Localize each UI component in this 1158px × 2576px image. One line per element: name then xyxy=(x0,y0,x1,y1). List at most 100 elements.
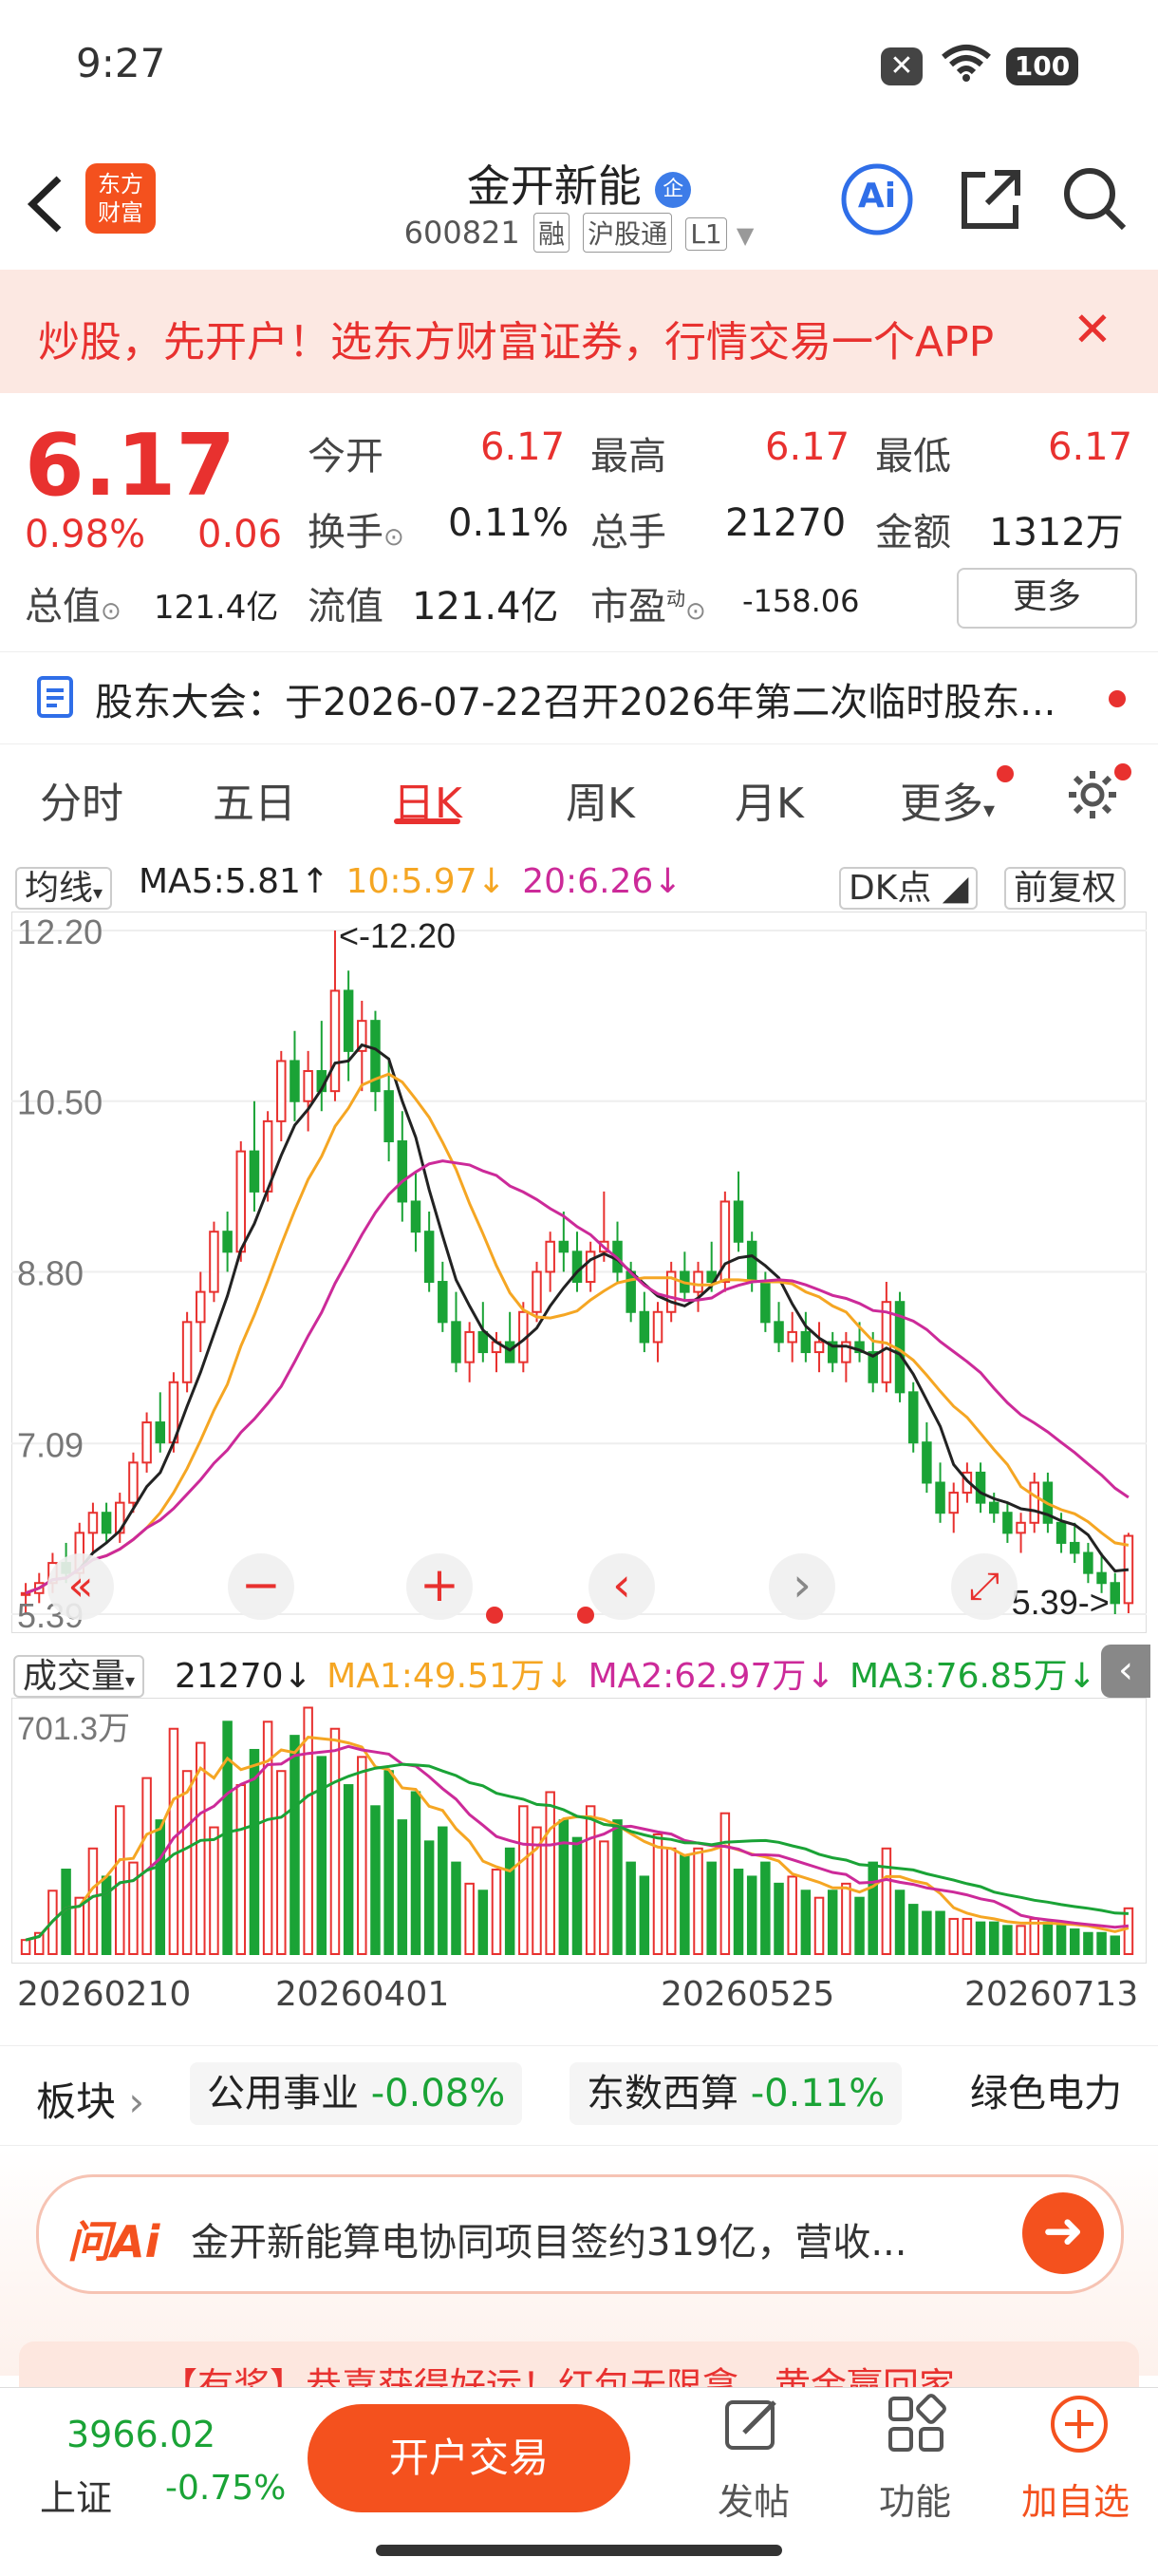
unread-dot xyxy=(1109,690,1126,707)
volume-bar xyxy=(1042,1921,1054,1955)
announcement-bar[interactable]: 股东大会：于2026-07-22召开2026年第二次临时股东... xyxy=(0,651,1158,744)
volume-bar xyxy=(841,1882,851,1955)
volume-bar xyxy=(87,1847,99,1955)
mktcap-value: 121.4亿 xyxy=(154,589,279,627)
tab-intraday[interactable]: 分时 xyxy=(40,769,123,830)
post-label[interactable]: 发帖 xyxy=(718,2473,790,2525)
candle-body xyxy=(1002,1512,1013,1534)
volume-bar xyxy=(935,1910,945,1956)
add-watchlist-label[interactable]: 加自选 xyxy=(1021,2473,1130,2525)
volume-bar xyxy=(518,1805,529,1955)
candle-body xyxy=(209,1231,219,1293)
function-label[interactable]: 功能 xyxy=(879,2473,951,2525)
low-value: 6.17 xyxy=(1048,425,1133,469)
high-value: 6.17 xyxy=(765,425,850,469)
volume-bar xyxy=(370,1805,381,1955)
tab-five-day[interactable]: 五日 xyxy=(213,769,296,830)
sector-chip[interactable]: 绿色电力 xyxy=(953,2062,1122,2125)
volume-bar xyxy=(813,1896,825,1956)
indicator-selector[interactable]: 成交量▾ xyxy=(13,1648,145,1698)
index-change: -0.75% xyxy=(165,2469,287,2508)
candle-body xyxy=(988,1501,999,1514)
dk-point-button[interactable]: DK点 ◢ xyxy=(839,860,979,910)
settings-gear-icon[interactable] xyxy=(1065,767,1120,822)
turnover-label[interactable]: 换手⊙ xyxy=(308,501,404,556)
volume-bar xyxy=(423,1840,435,1956)
open-account-trade-button[interactable]: 开户交易 xyxy=(308,2404,630,2512)
enterprise-badge: 企 xyxy=(655,171,692,208)
amount-label: 金额 xyxy=(875,511,951,555)
candle-body xyxy=(249,1150,260,1193)
candle-body xyxy=(907,1391,919,1444)
volume-bar xyxy=(827,1890,838,1955)
zoom-in-button[interactable]: + xyxy=(406,1553,473,1620)
candle-body xyxy=(774,1321,784,1344)
volume-bar xyxy=(639,1875,650,1956)
candle-body xyxy=(383,1090,394,1143)
ai-button[interactable]: Ai xyxy=(839,161,915,241)
date-axis-label: 20260401 xyxy=(275,1975,450,2014)
y-axis-label: 8.80 xyxy=(17,1253,84,1292)
level-tag: L1 xyxy=(685,217,727,251)
index-value[interactable]: 3966.02 xyxy=(66,2414,215,2455)
tab-monthly-k[interactable]: 月K xyxy=(735,769,804,830)
battery-icon: 100 xyxy=(1006,47,1078,85)
scroll-left-icon[interactable]: « xyxy=(47,1553,114,1620)
status-bar: 9:27 ✕ 100 xyxy=(0,0,1158,133)
candle-body xyxy=(733,1200,744,1243)
expand-icon[interactable]: ⤢ xyxy=(951,1553,1018,1620)
post-edit-icon[interactable] xyxy=(721,2393,784,2455)
pan-right-button[interactable]: › xyxy=(769,1553,835,1620)
mktcap-label[interactable]: 总值⊙ xyxy=(25,575,121,630)
arrow-right-icon[interactable]: ➜ xyxy=(1022,2192,1104,2274)
volume-bar xyxy=(1016,1925,1026,1955)
kline-chart[interactable]: 12.2010.508.807.095.39<-12.205.39-> xyxy=(11,912,1147,1633)
ma-selector[interactable]: 均线▾ xyxy=(15,860,113,910)
volume-bar xyxy=(464,1882,475,1955)
candle-body xyxy=(935,1481,945,1514)
sector-chip[interactable]: 公用事业 -0.08% xyxy=(190,2062,523,2125)
volume-bar xyxy=(504,1847,515,1955)
ai-label: Ai xyxy=(857,177,897,216)
volume-bar xyxy=(746,1875,757,1956)
apps-grid-icon[interactable] xyxy=(885,2393,947,2455)
tab-more[interactable]: 更多▾ xyxy=(900,769,995,830)
candle-body xyxy=(585,1250,596,1284)
volume-bar xyxy=(719,1812,731,1955)
open-value: 6.17 xyxy=(480,425,566,469)
add-watchlist-icon[interactable] xyxy=(1048,2393,1111,2455)
ai-question-bar[interactable]: 问Ai 金开新能算电协同项目签约319亿，营收... ➜ xyxy=(36,2174,1124,2294)
sector-label[interactable]: 板块 › xyxy=(36,2070,144,2128)
volume-bar xyxy=(907,1904,919,1955)
search-icon[interactable] xyxy=(1061,165,1130,234)
candle-body xyxy=(746,1240,757,1284)
volume-bar xyxy=(491,1869,502,1955)
turnover-value: 0.11% xyxy=(448,501,570,545)
float-value: 121.4亿 xyxy=(412,585,559,629)
ma5-value: MA5:5.81 xyxy=(139,862,301,901)
adjust-button[interactable]: 前复权 xyxy=(1004,860,1127,910)
volume-legend: 21270↓ MA1:49.51万↓ MA2:62.97万↓ MA3:76.85… xyxy=(175,1657,1096,1696)
pan-left-button[interactable]: ‹ xyxy=(588,1553,655,1620)
more-quote-button[interactable]: 更多 xyxy=(957,568,1137,629)
volume-chart[interactable]: 701.3万 xyxy=(11,1698,1147,1964)
low-label: 最低 xyxy=(875,435,951,479)
candle-body xyxy=(87,1512,99,1534)
candle-body xyxy=(155,1421,166,1444)
volume-bar xyxy=(988,1921,999,1955)
banner-close-icon[interactable]: ✕ xyxy=(1073,302,1112,357)
candle-body xyxy=(504,1341,515,1363)
dropdown-icon[interactable]: ▼ xyxy=(737,222,754,249)
promo-banner[interactable]: 炒股，先开户！选东方财富证券，行情交易一个APP ✕ xyxy=(0,270,1158,393)
share-icon[interactable] xyxy=(957,165,1025,234)
sector-chip[interactable]: 东数西算 -0.11% xyxy=(570,2062,903,2125)
candle-body xyxy=(410,1200,421,1233)
collapse-panel-icon[interactable]: ‹ xyxy=(1101,1645,1150,1698)
tab-weekly-k[interactable]: 周K xyxy=(566,769,635,830)
vol-ma2: MA2:62.97万 xyxy=(588,1657,807,1696)
volume-bar xyxy=(948,1917,959,1955)
zoom-out-button[interactable]: − xyxy=(228,1553,294,1620)
pe-label[interactable]: 市盈动⊙ xyxy=(590,575,706,630)
candle-body xyxy=(477,1330,489,1354)
volume-bar xyxy=(115,1805,125,1955)
